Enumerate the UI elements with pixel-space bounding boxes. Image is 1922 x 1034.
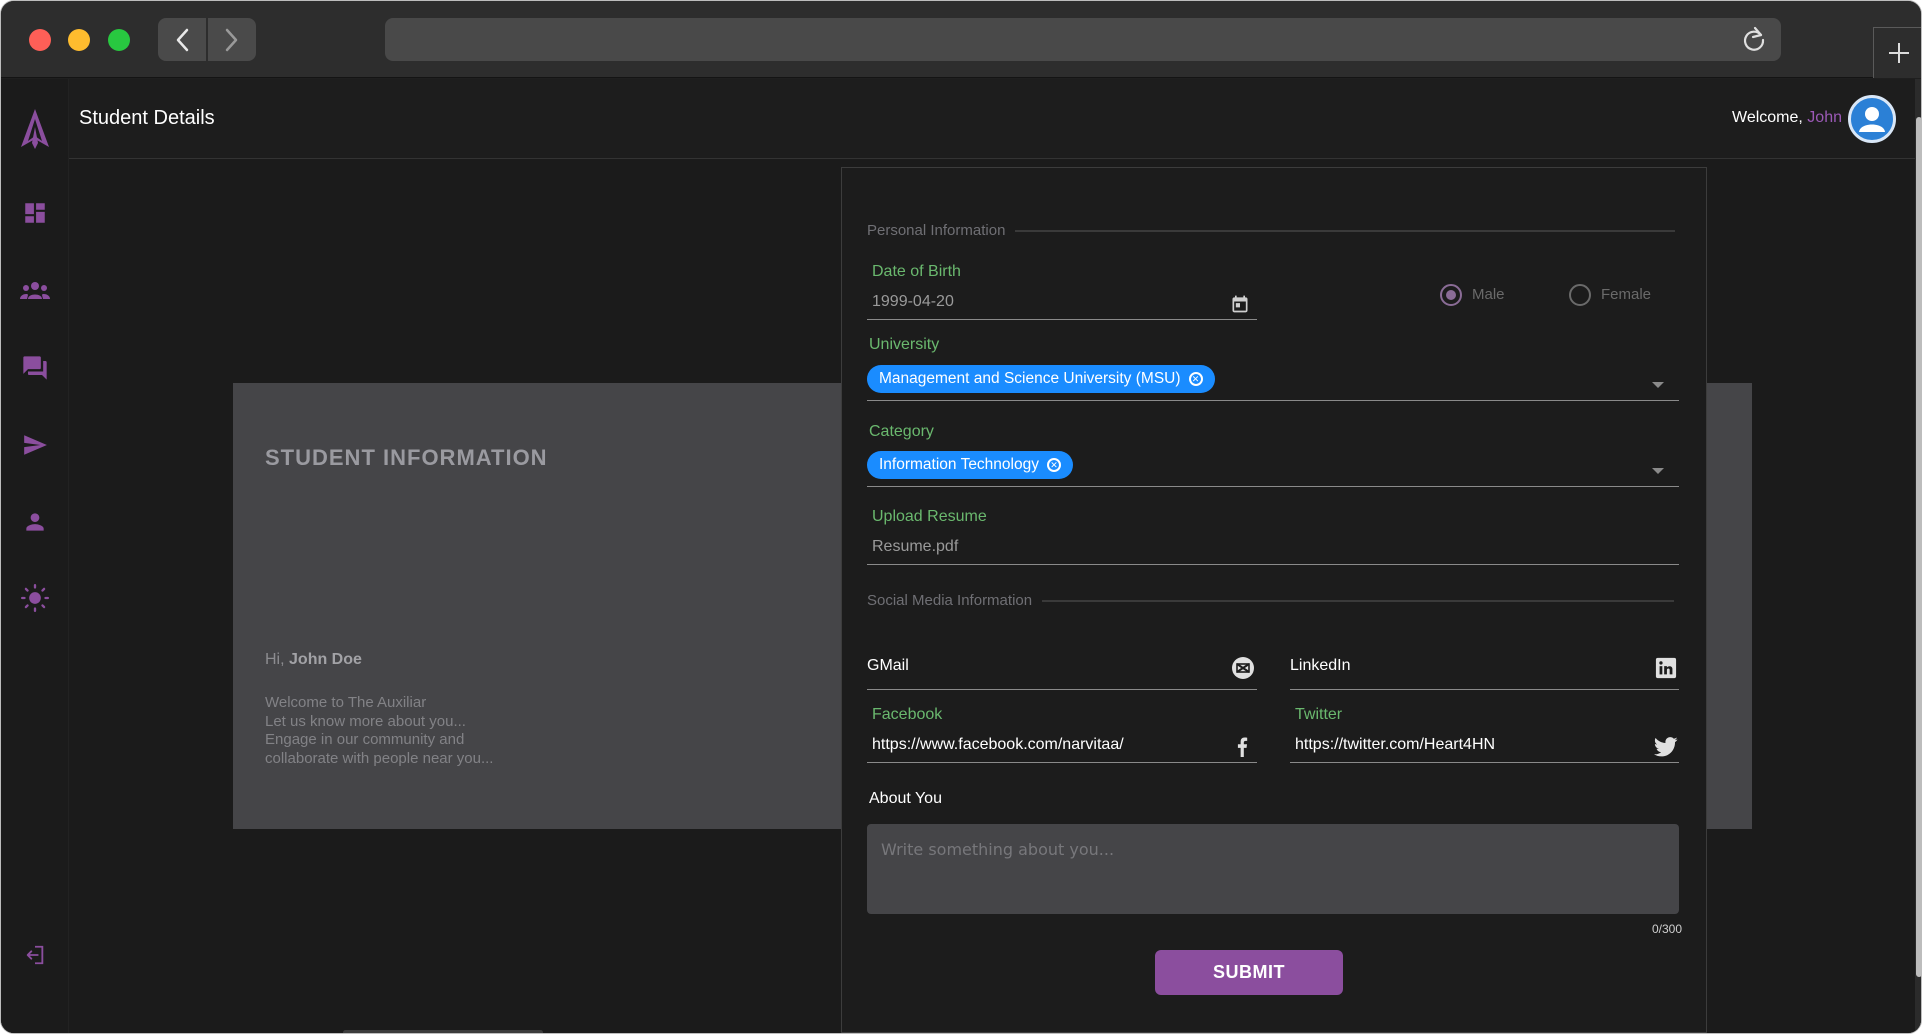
maximize-window-button[interactable] bbox=[108, 29, 130, 51]
resume-underline bbox=[867, 564, 1679, 565]
gender-male-radio[interactable] bbox=[1440, 284, 1462, 306]
twitter-input[interactable]: https://twitter.com/Heart4HN bbox=[1295, 736, 1495, 754]
logo-icon[interactable] bbox=[19, 107, 51, 151]
facebook-input[interactable]: https://www.facebook.com/narvitaa/ bbox=[872, 736, 1124, 754]
gender-female-radio[interactable] bbox=[1569, 284, 1591, 306]
category-underline bbox=[867, 486, 1679, 487]
university-chip-label: Management and Science University (MSU) bbox=[879, 370, 1181, 387]
university-underline bbox=[867, 400, 1679, 401]
section-divider bbox=[1042, 599, 1675, 602]
section-divider bbox=[1015, 229, 1676, 232]
category-label: Category bbox=[869, 423, 934, 440]
browser-toolbar bbox=[1, 1, 1921, 78]
address-bar[interactable] bbox=[385, 18, 1781, 61]
info-line: Welcome to The Auxiliar bbox=[265, 694, 427, 711]
welcome-prefix: Welcome, bbox=[1732, 109, 1803, 126]
gender-male-label: Male bbox=[1472, 286, 1505, 303]
category-dropdown-icon[interactable] bbox=[1652, 468, 1664, 474]
sidebar bbox=[1, 79, 69, 1033]
personal-info-section-header: Personal Information bbox=[867, 222, 1676, 239]
twitter-label: Twitter bbox=[1295, 706, 1343, 723]
university-dropdown-icon[interactable] bbox=[1652, 382, 1664, 388]
forward-button[interactable] bbox=[208, 18, 256, 61]
gender-female-label: Female bbox=[1601, 286, 1652, 303]
twitter-icon bbox=[1654, 735, 1678, 759]
welcome-text: Welcome, John bbox=[1732, 109, 1842, 127]
plus-icon bbox=[1888, 43, 1909, 63]
category-chip[interactable]: Information Technology ✕ bbox=[867, 451, 1073, 479]
greeting: Hi, John Doe bbox=[265, 651, 362, 669]
gmail-icon bbox=[1231, 656, 1255, 680]
chip-remove-icon[interactable]: ✕ bbox=[1188, 372, 1203, 386]
browser-window: Student Details Welcome, John STUDENT IN… bbox=[0, 0, 1922, 1034]
groups-icon[interactable] bbox=[19, 275, 51, 307]
section-title: Social Media Information bbox=[867, 592, 1033, 609]
submit-button[interactable]: SUBMIT bbox=[1155, 950, 1343, 995]
app-header: Student Details Welcome, John bbox=[69, 79, 1921, 159]
info-line: collaborate with people near you... bbox=[265, 749, 494, 767]
back-button[interactable] bbox=[158, 18, 206, 61]
gmail-field[interactable]: GMail bbox=[867, 657, 909, 675]
info-line: Let us know more about you... bbox=[265, 712, 466, 730]
new-tab-button[interactable] bbox=[1873, 27, 1921, 78]
gmail-underline bbox=[867, 689, 1257, 690]
twitter-underline bbox=[1290, 762, 1679, 763]
character-counter: 0/300 bbox=[1651, 922, 1682, 936]
forum-icon[interactable] bbox=[19, 352, 51, 384]
info-line: Engage in our community and bbox=[265, 731, 465, 748]
info-description: Welcome to The Auxiliar Let us know more… bbox=[265, 694, 565, 768]
social-section-header: Social Media Information bbox=[867, 592, 1675, 609]
app-container: Student Details Welcome, John STUDENT IN… bbox=[1, 79, 1921, 1033]
vertical-scrollbar[interactable] bbox=[1915, 79, 1921, 1033]
facebook-label: Facebook bbox=[872, 706, 943, 723]
university-chip[interactable]: Management and Science University (MSU) … bbox=[867, 365, 1215, 393]
university-label: University bbox=[869, 336, 940, 353]
info-card-title: STUDENT INFORMATION bbox=[265, 445, 548, 470]
dashboard-icon[interactable] bbox=[19, 197, 51, 229]
greeting-name: John Doe bbox=[289, 651, 362, 668]
scrollbar-thumb[interactable] bbox=[1916, 117, 1921, 977]
user-avatar-icon bbox=[1859, 107, 1885, 132]
about-label: About You bbox=[869, 790, 942, 807]
about-textarea[interactable]: Write something about you... bbox=[867, 824, 1679, 914]
theme-icon[interactable] bbox=[19, 582, 51, 614]
chip-remove-icon[interactable]: ✕ bbox=[1046, 458, 1061, 472]
close-window-button[interactable] bbox=[29, 29, 51, 51]
section-title: Personal Information bbox=[867, 222, 1006, 239]
category-chip-label: Information Technology bbox=[879, 456, 1039, 473]
logout-icon[interactable] bbox=[19, 939, 51, 971]
dob-input[interactable]: 1999-04-20 bbox=[872, 293, 954, 311]
reload-icon[interactable] bbox=[1741, 26, 1767, 52]
linkedin-underline bbox=[1290, 689, 1679, 690]
calendar-icon[interactable] bbox=[1228, 292, 1252, 316]
dob-label: Date of Birth bbox=[872, 263, 961, 280]
linkedin-field[interactable]: LinkedIn bbox=[1290, 657, 1351, 675]
facebook-underline bbox=[867, 762, 1257, 763]
user-name: John bbox=[1807, 109, 1842, 126]
send-icon[interactable] bbox=[19, 429, 51, 461]
chevron-right-icon bbox=[225, 28, 238, 51]
dob-underline bbox=[867, 319, 1257, 320]
chevron-left-icon bbox=[176, 28, 189, 51]
linkedin-icon bbox=[1654, 656, 1678, 680]
horizontal-scrollbar[interactable] bbox=[343, 1030, 543, 1033]
greeting-prefix: Hi, bbox=[265, 651, 285, 668]
student-details-form: Personal Information Date of Birth 1999-… bbox=[841, 167, 1707, 1033]
resume-label: Upload Resume bbox=[872, 508, 987, 525]
avatar[interactable] bbox=[1848, 95, 1896, 143]
resume-input[interactable]: Resume.pdf bbox=[872, 538, 958, 556]
minimize-window-button[interactable] bbox=[68, 29, 90, 51]
page-title: Student Details bbox=[79, 107, 215, 129]
person-icon[interactable] bbox=[19, 506, 51, 538]
facebook-icon bbox=[1230, 735, 1254, 759]
